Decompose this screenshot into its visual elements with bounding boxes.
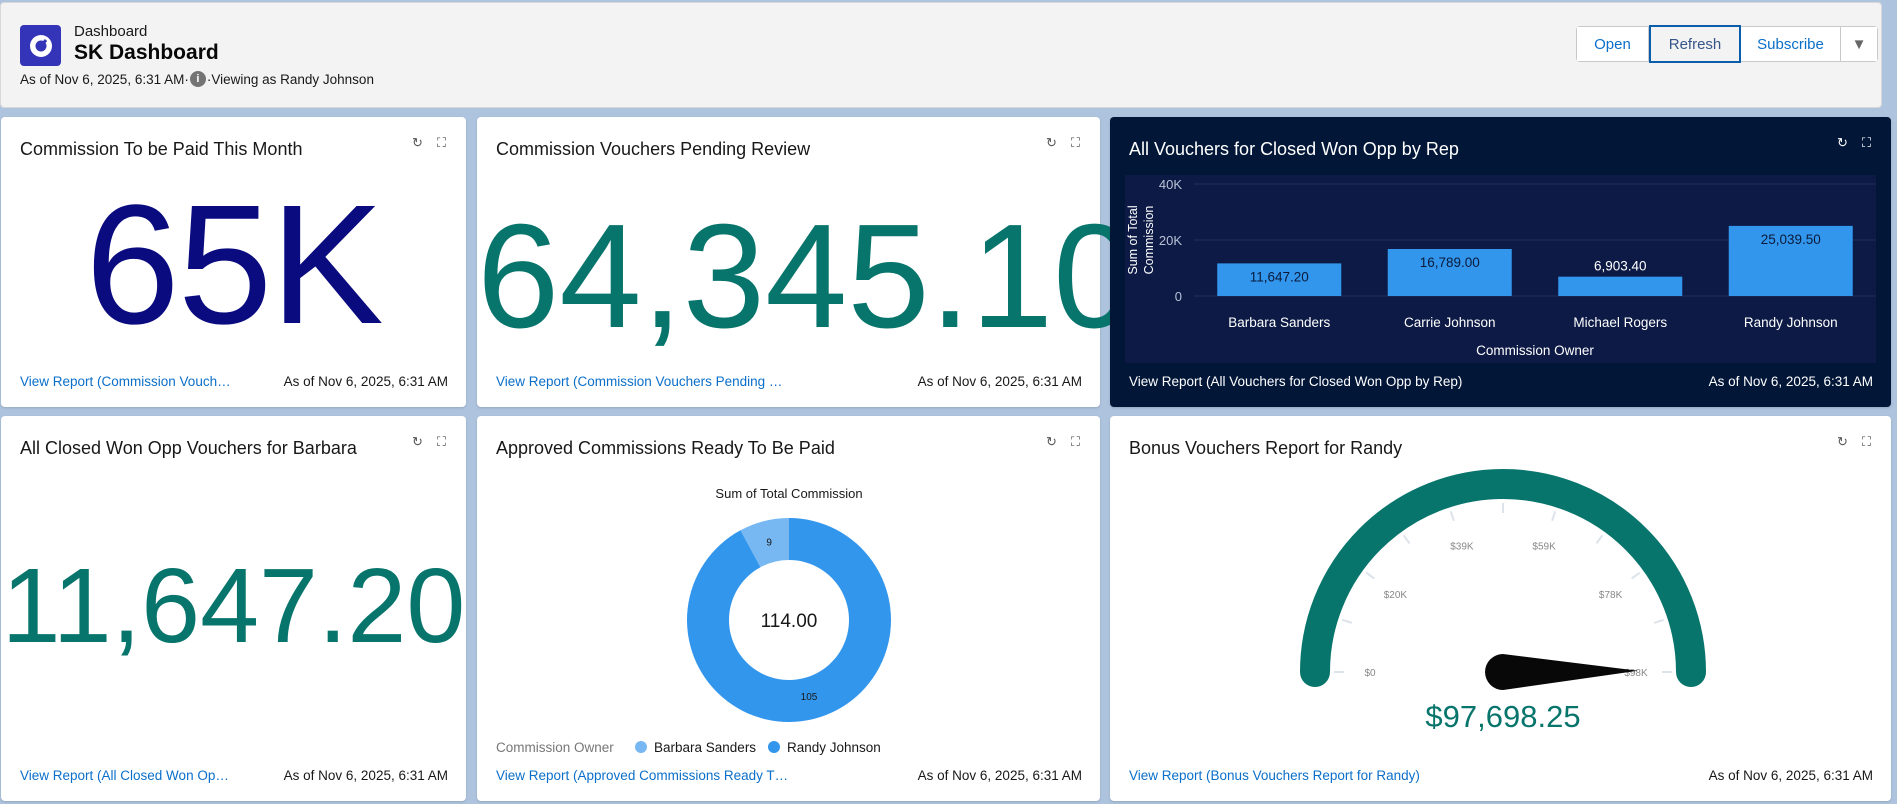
- gauge-chart: $0$20K$39K $59K$78K$98K$97,698.25: [1300, 469, 1706, 734]
- view-report-link[interactable]: View Report (Bonus Vouchers Report for R…: [1129, 768, 1420, 783]
- open-button[interactable]: Open: [1577, 27, 1649, 61]
- view-report-link[interactable]: View Report (All Vouchers for Closed Won…: [1129, 374, 1462, 389]
- refresh-icon[interactable]: ↻: [412, 434, 423, 450]
- card-commission-to-be-paid: Commission To be Paid This Month ↻ ⛶ 65K …: [1, 117, 466, 407]
- metric-value: 65K: [85, 170, 383, 360]
- bar-value-label: 6,903.40: [1594, 259, 1647, 274]
- gauge-tick: [1449, 510, 1455, 522]
- gauge-tick: [1341, 618, 1353, 624]
- gauge-tick-label: $59K: [1532, 542, 1556, 553]
- refresh-button[interactable]: Refresh: [1649, 25, 1741, 63]
- as-of-text: As of Nov 6, 2025, 6:31 AM·: [20, 71, 189, 87]
- gauge-tick-label: $78K: [1599, 590, 1623, 601]
- as-of-timestamp: As of Nov 6, 2025, 6:31 AM: [1708, 768, 1873, 783]
- view-report-link[interactable]: View Report (Commission Vouch…: [20, 374, 231, 389]
- gauge-tick: [1653, 618, 1665, 624]
- expand-icon[interactable]: ⛶: [437, 135, 446, 151]
- bar-value-label: 25,039.50: [1761, 232, 1821, 247]
- header-button-group: Open Refresh Subscribe ▼: [1576, 25, 1878, 63]
- dashboard-header: Dashboard SK Dashboard As of Nov 6, 2025…: [0, 2, 1882, 108]
- y-tick-label: 0: [1175, 289, 1182, 304]
- gauge-tick: [1402, 534, 1411, 544]
- as-of-timestamp: As of Nov 6, 2025, 6:31 AM: [1708, 374, 1873, 389]
- metric-value: 11,647.20: [1, 547, 466, 665]
- gauge-tick: [1551, 510, 1557, 522]
- gauge-value-label: $97,698.25: [1425, 699, 1580, 734]
- slice-label: 105: [801, 692, 818, 703]
- y-tick-label: 20K: [1159, 233, 1182, 248]
- gauge-tick-label: $0: [1364, 668, 1376, 679]
- page-title: SK Dashboard: [74, 41, 219, 64]
- legend-title: Commission Owner: [496, 740, 614, 755]
- legend-swatch: [768, 741, 780, 753]
- card-title: All Closed Won Opp Vouchers for Barbara: [20, 438, 357, 458]
- view-report-link[interactable]: View Report (Commission Vouchers Pending…: [496, 374, 782, 389]
- gauge-tick-label: $39K: [1450, 542, 1474, 553]
- refresh-icon[interactable]: ↻: [1046, 135, 1057, 151]
- legend-label: Barbara Sanders: [654, 740, 756, 755]
- bar-value-label: 16,789.00: [1420, 255, 1480, 270]
- gauge-tick: [1365, 571, 1375, 580]
- legend-label: Randy Johnson: [787, 740, 881, 755]
- view-report-link[interactable]: View Report (Approved Commissions Ready …: [496, 768, 788, 783]
- view-report-link[interactable]: View Report (All Closed Won Op…: [20, 768, 229, 783]
- as-of-timestamp: As of Nov 6, 2025, 6:31 AM: [917, 374, 1082, 389]
- y-tick-label: 40K: [1159, 177, 1182, 192]
- metric-value: 64,345.10: [477, 194, 1136, 359]
- expand-icon[interactable]: ⛶: [1071, 135, 1080, 151]
- donut-center-label: 114.00: [761, 611, 818, 632]
- as-of-timestamp: As of Nov 6, 2025, 6:31 AM: [283, 768, 448, 783]
- x-axis-label: Commission Owner: [1476, 343, 1594, 358]
- card-bonus-vouchers-randy: Bonus Vouchers Report for Randy ↻ ⛶ $0 $20…: [1110, 416, 1891, 801]
- card-title: Commission To be Paid This Month: [20, 139, 303, 159]
- header-meta: As of Nov 6, 2025, 6:31 AM· i ·Viewing a…: [20, 71, 374, 87]
- as-of-timestamp: As of Nov 6, 2025, 6:31 AM: [283, 374, 448, 389]
- bar: [1558, 276, 1683, 296]
- as-of-timestamp: As of Nov 6, 2025, 6:31 AM: [917, 768, 1082, 783]
- viewing-as-text: ·Viewing as Randy Johnson: [206, 71, 374, 87]
- x-tick-label: Randy Johnson: [1744, 315, 1838, 330]
- card-closed-won-barbara: All Closed Won Opp Vouchers for Barbara …: [1, 416, 466, 801]
- card-approved-commissions: Approved Commissions Ready To Be Paid ↻ ⛶…: [477, 416, 1100, 801]
- info-icon[interactable]: i: [189, 71, 206, 87]
- x-tick-label: Carrie Johnson: [1404, 315, 1496, 330]
- legend-swatch: [635, 741, 647, 753]
- refresh-icon[interactable]: ↻: [412, 135, 423, 151]
- gauge-tick: [1595, 534, 1604, 544]
- card-vouchers-by-rep: All Vouchers for Closed Won Opp by Rep ↻…: [1110, 117, 1891, 407]
- more-actions-dropdown[interactable]: ▼: [1841, 27, 1877, 61]
- x-tick-label: Barbara Sanders: [1228, 315, 1330, 330]
- expand-icon[interactable]: ⛶: [437, 434, 446, 450]
- dashboard-logo-icon: [20, 25, 61, 66]
- gauge-needle: [1485, 654, 1638, 690]
- slice-label: 9: [766, 537, 772, 548]
- card-title: Commission Vouchers Pending Review: [496, 139, 811, 159]
- object-type-label: Dashboard: [74, 23, 148, 40]
- bar-chart: 0 20K 40K 11,647.20 Barbara Sanders 16,789.00…: [1125, 175, 1876, 363]
- card-vouchers-pending-review: Commission Vouchers Pending Review ↻ ⛶ 64…: [477, 117, 1136, 407]
- chart-title: Sum of Total Commission: [715, 486, 862, 501]
- gauge-tick-label: $20K: [1384, 590, 1408, 601]
- donut-chart: Sum of Total Commission 9 105 114.00 Commiss…: [496, 486, 891, 755]
- bar-value-label: 11,647.20: [1250, 269, 1309, 284]
- subscribe-button[interactable]: Subscribe: [1741, 27, 1841, 61]
- gauge-tick: [1631, 571, 1641, 580]
- chevron-down-icon: ▼: [1851, 35, 1867, 53]
- x-tick-label: Michael Rogers: [1573, 315, 1667, 330]
